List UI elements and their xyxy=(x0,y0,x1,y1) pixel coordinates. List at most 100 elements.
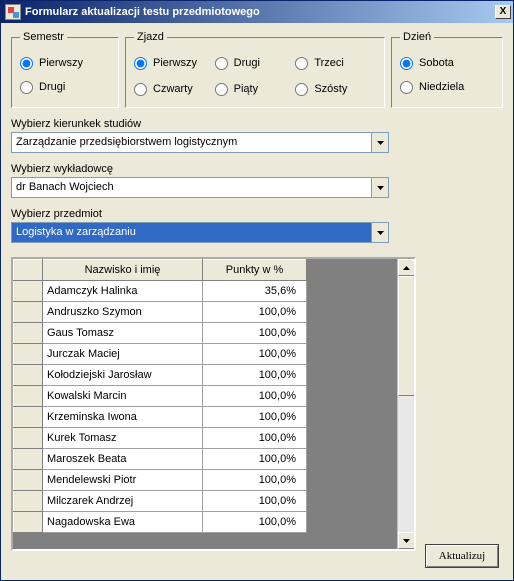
scroll-up-button[interactable] xyxy=(398,259,415,276)
cell-points[interactable]: 100,0% xyxy=(203,470,307,491)
radio-zjazd-szosty[interactable]: Szósty xyxy=(295,77,376,101)
radio-input[interactable] xyxy=(295,57,308,70)
cell-name[interactable]: Milczarek Andrzej xyxy=(43,491,203,512)
radio-label: Piąty xyxy=(234,83,258,95)
cell-points[interactable]: 100,0% xyxy=(203,449,307,470)
cell-name[interactable]: Kowalski Marcin xyxy=(43,386,203,407)
row-header[interactable] xyxy=(14,449,43,470)
radio-input[interactable] xyxy=(20,81,33,94)
radio-semestr-pierwszy[interactable]: Pierwszy xyxy=(20,51,83,75)
scroll-thumb[interactable] xyxy=(398,276,415,396)
row-header[interactable] xyxy=(14,428,43,449)
table-row[interactable]: Krzeminska Iwona100,0% xyxy=(14,407,307,428)
col-header-points[interactable]: Punkty w % xyxy=(203,260,307,281)
cell-name[interactable]: Jurczak Maciej xyxy=(43,344,203,365)
radio-input[interactable] xyxy=(295,83,308,96)
grid-table: Nazwisko i imię Punkty w % Adamczyk Hali… xyxy=(13,259,307,533)
radio-zjazd-czwarty[interactable]: Czwarty xyxy=(134,77,215,101)
cell-points[interactable]: 100,0% xyxy=(203,428,307,449)
titlebar: Formularz aktualizacji testu przedmiotow… xyxy=(1,1,513,23)
radio-zjazd-drugi[interactable]: Drugi xyxy=(215,51,296,75)
radio-semestr-drugi[interactable]: Drugi xyxy=(20,75,65,99)
cell-name[interactable]: Mendelewski Piotr xyxy=(43,470,203,491)
close-button[interactable]: X xyxy=(495,5,511,19)
col-header-name[interactable]: Nazwisko i imię xyxy=(43,260,203,281)
table-row[interactable]: Nagadowska Ewa100,0% xyxy=(14,512,307,533)
table-row[interactable]: Kowalski Marcin100,0% xyxy=(14,386,307,407)
row-header[interactable] xyxy=(14,302,43,323)
table-row[interactable]: Mendelewski Piotr100,0% xyxy=(14,470,307,491)
radio-dzien-sobota[interactable]: Sobota xyxy=(400,51,454,75)
table-row[interactable]: Gaus Tomasz100,0% xyxy=(14,323,307,344)
radio-label: Trzeci xyxy=(314,57,344,69)
table-row[interactable]: Kurek Tomasz100,0% xyxy=(14,428,307,449)
row-header[interactable] xyxy=(14,365,43,386)
table-row[interactable]: Jurczak Maciej100,0% xyxy=(14,344,307,365)
radio-input[interactable] xyxy=(215,57,228,70)
grid-corner xyxy=(14,260,43,281)
legend-dzien: Dzień xyxy=(400,31,434,43)
select-kierunek[interactable]: Zarządzanie przedsiębiorstwem logistyczn… xyxy=(11,132,389,153)
table-row[interactable]: Milczarek Andrzej100,0% xyxy=(14,491,307,512)
row-header[interactable] xyxy=(14,491,43,512)
radio-label: Pierwszy xyxy=(39,57,83,69)
label-przedmiot: Wybierz przedmiot xyxy=(11,208,503,220)
update-button[interactable]: Aktualizuj xyxy=(425,544,499,568)
chevron-down-icon[interactable] xyxy=(371,178,388,197)
cell-points[interactable]: 100,0% xyxy=(203,344,307,365)
chevron-down-icon[interactable] xyxy=(371,133,388,152)
cell-name[interactable]: Krzeminska Iwona xyxy=(43,407,203,428)
vertical-scrollbar[interactable] xyxy=(397,259,414,549)
row-header[interactable] xyxy=(14,281,43,302)
row-header[interactable] xyxy=(14,470,43,491)
table-row[interactable]: Maroszek Beata100,0% xyxy=(14,449,307,470)
window: Formularz aktualizacji testu przedmiotow… xyxy=(0,0,514,581)
cell-points[interactable]: 100,0% xyxy=(203,407,307,428)
radio-input[interactable] xyxy=(134,57,147,70)
cell-name[interactable]: Nagadowska Ewa xyxy=(43,512,203,533)
row-header[interactable] xyxy=(14,512,43,533)
label-kierunek: Wybierz kierunkek studiów xyxy=(11,118,503,130)
radio-label: Niedziela xyxy=(419,81,464,93)
radio-zjazd-pierwszy[interactable]: Pierwszy xyxy=(134,51,215,75)
cell-points[interactable]: 100,0% xyxy=(203,386,307,407)
group-semestr: Semestr Pierwszy Drugi xyxy=(11,31,119,108)
radio-zjazd-piaty[interactable]: Piąty xyxy=(215,77,296,101)
radio-label: Czwarty xyxy=(153,83,193,95)
radio-dzien-niedziela[interactable]: Niedziela xyxy=(400,75,464,99)
select-kierunek-value: Zarządzanie przedsiębiorstwem logistyczn… xyxy=(12,133,371,152)
cell-points[interactable]: 100,0% xyxy=(203,512,307,533)
radio-input[interactable] xyxy=(20,57,33,70)
data-grid: Nazwisko i imię Punkty w % Adamczyk Hali… xyxy=(11,257,416,551)
scroll-down-button[interactable] xyxy=(398,532,415,549)
legend-zjazd: Zjazd xyxy=(134,31,167,43)
cell-name[interactable]: Kołodziejski Jarosław xyxy=(43,365,203,386)
cell-name[interactable]: Kurek Tomasz xyxy=(43,428,203,449)
cell-points[interactable]: 100,0% xyxy=(203,323,307,344)
chevron-down-icon[interactable] xyxy=(371,223,388,242)
radio-input[interactable] xyxy=(400,81,413,94)
cell-name[interactable]: Adamczyk Halinka xyxy=(43,281,203,302)
cell-name[interactable]: Gaus Tomasz xyxy=(43,323,203,344)
radio-input[interactable] xyxy=(134,83,147,96)
table-row[interactable]: Adamczyk Halinka35,6% xyxy=(14,281,307,302)
table-row[interactable]: Andruszko Szymon100,0% xyxy=(14,302,307,323)
radio-input[interactable] xyxy=(400,57,413,70)
radio-zjazd-trzeci[interactable]: Trzeci xyxy=(295,51,376,75)
cell-name[interactable]: Andruszko Szymon xyxy=(43,302,203,323)
select-przedmiot[interactable]: Logistyka w zarządzaniu xyxy=(11,222,389,243)
row-header[interactable] xyxy=(14,323,43,344)
table-row[interactable]: Kołodziejski Jarosław100,0% xyxy=(14,365,307,386)
row-header[interactable] xyxy=(14,344,43,365)
cell-points[interactable]: 100,0% xyxy=(203,302,307,323)
select-wykladowca[interactable]: dr Banach Wojciech xyxy=(11,177,389,198)
radio-input[interactable] xyxy=(215,83,228,96)
cell-name[interactable]: Maroszek Beata xyxy=(43,449,203,470)
radio-label: Drugi xyxy=(234,57,260,69)
cell-points[interactable]: 100,0% xyxy=(203,365,307,386)
row-header[interactable] xyxy=(14,407,43,428)
cell-points[interactable]: 100,0% xyxy=(203,491,307,512)
cell-points[interactable]: 35,6% xyxy=(203,281,307,302)
row-header[interactable] xyxy=(14,386,43,407)
group-zjazd: Zjazd Pierwszy Drugi Trzeci Czwarty Piąt… xyxy=(125,31,385,108)
